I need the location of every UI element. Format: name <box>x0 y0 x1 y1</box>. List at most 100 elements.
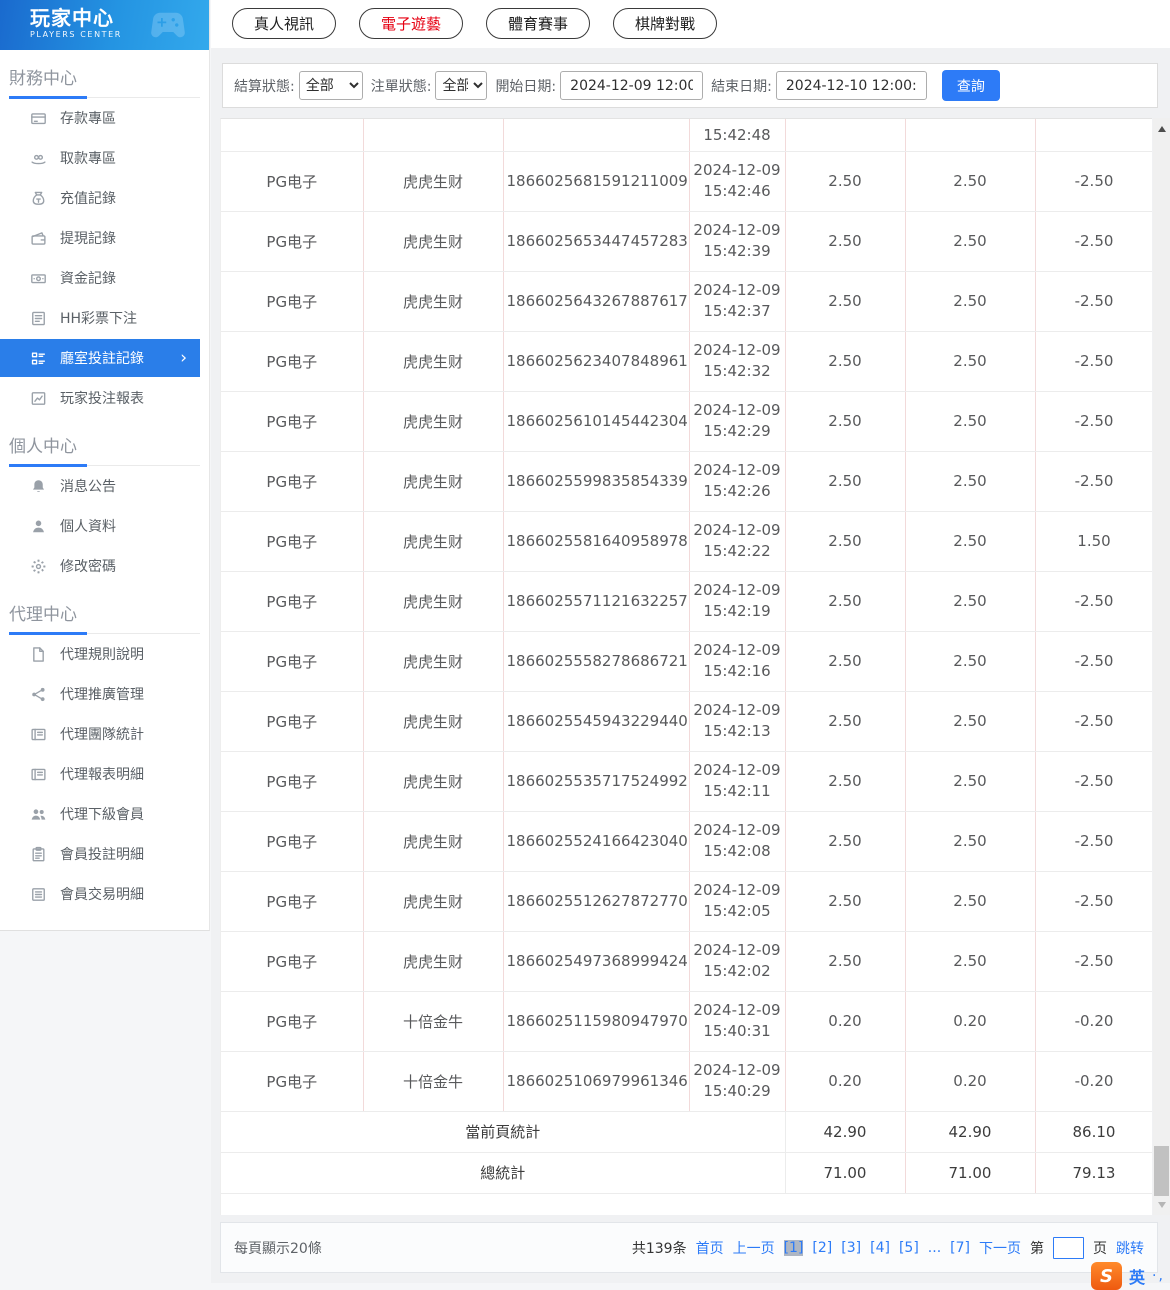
table-scrollbar[interactable] <box>1153 118 1170 1215</box>
table-cell <box>1035 119 1152 152</box>
ime-indicator[interactable]: S 英 ·, <box>1091 1262 1165 1290</box>
jump-page-input[interactable] <box>1053 1236 1084 1259</box>
sidebar-item[interactable]: 個人資料 <box>0 506 209 546</box>
sidebar-item[interactable]: HH彩票下注 <box>0 298 209 338</box>
cell-game: 虎虎生财 <box>363 511 504 572</box>
cell-order-no: 1866025535717524992 <box>503 751 690 812</box>
table-row: PG电子 虎虎生财 1866025643267887617 2024-12-09 15:… <box>221 271 1152 332</box>
sidebar-item-label: 代理推廣管理 <box>60 687 144 703</box>
tab-category[interactable]: 體育賽事 <box>486 8 591 39</box>
cell-order-no: 1866025599835854339 <box>503 451 690 512</box>
sidebar-item[interactable]: 存款專區 <box>0 98 209 138</box>
brand-header: 玩家中心 PLAYERS CENTER <box>0 0 209 50</box>
sogou-ime-icon[interactable]: S <box>1091 1262 1122 1290</box>
sidebar-item[interactable]: 充值記錄 <box>0 178 209 218</box>
sidebar-item[interactable]: 會員投註明細 <box>0 834 209 874</box>
tab-active[interactable]: 電子遊藝 <box>359 8 464 39</box>
sidebar-item[interactable]: 代理推廣管理 <box>0 674 209 714</box>
cell-platform: PG电子 <box>221 151 364 212</box>
cell-valid-bet: 2.50 <box>905 691 1036 752</box>
table-cell <box>363 119 504 152</box>
search-button[interactable]: 查詢 <box>941 70 1000 101</box>
sidebar-item[interactable]: 代理報表明細 <box>0 754 209 794</box>
cell-valid-bet: 2.50 <box>905 751 1036 812</box>
member-transactions-icon <box>30 886 47 903</box>
page-link[interactable]: [7] <box>950 1240 970 1256</box>
first-page-link[interactable]: 首页 <box>696 1238 724 1258</box>
sidebar-item[interactable]: 玩家投注報表 <box>0 378 209 418</box>
sidebar-nav: 財務中心 存款專區 取款專區 充值記錄 提現記錄 資金記錄 HH彩票下注 廳室投註記錄 › 玩家投… <box>0 50 209 914</box>
end-date-label: 結束日期: <box>711 78 772 95</box>
stats-row-total: 總統計 71.00 71.00 79.13 <box>221 1152 1152 1194</box>
start-date-input[interactable] <box>560 71 704 100</box>
category-tabs: 真人視訊 電子遊藝 體育賽事 棋牌對戰 <box>232 8 718 39</box>
sidebar-item[interactable]: 代理規則說明 <box>0 634 209 674</box>
tab-category[interactable]: 真人視訊 <box>232 8 337 39</box>
cell-game: 虎虎生财 <box>363 391 504 452</box>
scroll-down-arrow-icon[interactable] <box>1153 1196 1170 1213</box>
sidebar-item[interactable]: 代理團隊統計 <box>0 714 209 754</box>
sidebar-item[interactable]: 會員交易明細 <box>0 874 209 914</box>
table-row: PG电子 虎虎生财 1866025681591211009 2024-12-09 15:… <box>221 151 1152 212</box>
cell-bet-amount: 0.20 <box>785 1051 906 1112</box>
cell-platform: PG电子 <box>221 871 364 932</box>
scrollbar-thumb[interactable] <box>1154 1146 1169 1196</box>
sidebar-item-label: 會員投註明細 <box>60 847 144 863</box>
end-date-input[interactable] <box>775 71 927 100</box>
cell-bet-amount: 2.50 <box>785 151 906 212</box>
cell-valid-bet: 2.50 <box>905 391 1036 452</box>
page-link[interactable]: [5] <box>899 1240 919 1256</box>
sidebar-item[interactable]: 取款專區 <box>0 138 209 178</box>
sidebar-item[interactable]: 修改密碼 <box>0 546 209 586</box>
sidebar-section-title: 個人中心 <box>9 418 200 467</box>
cell-game: 十倍金牛 <box>363 1051 504 1112</box>
jump-prefix-text: 第 <box>1030 1240 1044 1257</box>
sidebar-item[interactable]: 代理下級會員 <box>0 794 209 834</box>
cell-game: 十倍金牛 <box>363 991 504 1052</box>
cell-game: 虎虎生财 <box>363 151 504 212</box>
order-status-select[interactable]: 全部 <box>435 71 488 100</box>
page-link[interactable]: [3] <box>841 1240 861 1256</box>
page-number-links: [1] [2] [3] [4] [5]... [7] <box>783 1239 970 1256</box>
table-row: PG电子 虎虎生财 1866025545943229440 2024-12-09 15:… <box>221 691 1152 752</box>
sidebar-item[interactable]: 廳室投註記錄 › <box>0 339 200 377</box>
cell-datetime: 2024-12-09 15:42:08 <box>689 811 786 872</box>
filter-bar: 結算狀態: 全部 注單狀態: 全部 開始日期: 結束日期: 查詢 <box>222 63 1158 108</box>
page-link[interactable]: [4] <box>870 1240 890 1256</box>
jump-suffix-text: 页 <box>1093 1240 1107 1257</box>
cell-game: 虎虎生财 <box>363 271 504 332</box>
sidebar-item[interactable]: 資金記錄 <box>0 258 209 298</box>
cell-win-loss: -2.50 <box>1035 691 1152 752</box>
ime-extra-text: ·, <box>1152 1268 1165 1284</box>
sidebar-item[interactable]: 消息公告 <box>0 466 209 506</box>
cell-bet-amount: 2.50 <box>785 391 906 452</box>
scroll-up-arrow-icon[interactable] <box>1153 120 1170 137</box>
player-bet-report-icon <box>30 390 47 407</box>
cell-bet-amount: 2.50 <box>785 811 906 872</box>
prev-page-link[interactable]: 上一页 <box>733 1238 775 1258</box>
cell-order-no: 1866025643267887617 <box>503 271 690 332</box>
tab-category[interactable]: 棋牌對戰 <box>613 8 718 39</box>
pagination-bar: 每頁顯示20條 共139条 首页 上一页 [1] [2] [3] [4] [5]...[… <box>220 1222 1158 1273</box>
page-link[interactable]: [2] <box>812 1240 832 1256</box>
cell-datetime: 2024-12-09 15:42:32 <box>689 331 786 392</box>
cell-game: 虎虎生财 <box>363 691 504 752</box>
page-link-current[interactable]: [1] <box>783 1239 804 1256</box>
cell-order-no: 1866025681591211009 <box>503 151 690 212</box>
next-page-link[interactable]: 下一页 <box>979 1238 1021 1258</box>
page-link[interactable]: ... <box>928 1240 941 1256</box>
cell-datetime: 2024-12-09 15:42:13 <box>689 691 786 752</box>
cell-platform: PG电子 <box>221 751 364 812</box>
sidebar-item[interactable]: 提現記錄 <box>0 218 209 258</box>
table-cell <box>785 119 906 152</box>
cell-datetime: 2024-12-09 15:40:31 <box>689 991 786 1052</box>
bet-records-table-container[interactable]: 15:42:48 PG电子 虎虎生财 1866025681591211009 2024-… <box>220 118 1152 1215</box>
cell-bet-amount: 2.50 <box>785 631 906 692</box>
settle-status-select[interactable]: 全部 <box>298 71 363 100</box>
jump-action-link[interactable]: 跳转 <box>1116 1238 1144 1258</box>
cell-valid-bet: 2.50 <box>905 271 1036 332</box>
cell-datetime: 2024-12-09 15:42:05 <box>689 871 786 932</box>
cell-order-no: 1866025497368999424 <box>503 931 690 992</box>
bet-records-table: 15:42:48 PG电子 虎虎生财 1866025681591211009 2024-… <box>221 119 1152 1194</box>
cell-valid-bet: 2.50 <box>905 871 1036 932</box>
